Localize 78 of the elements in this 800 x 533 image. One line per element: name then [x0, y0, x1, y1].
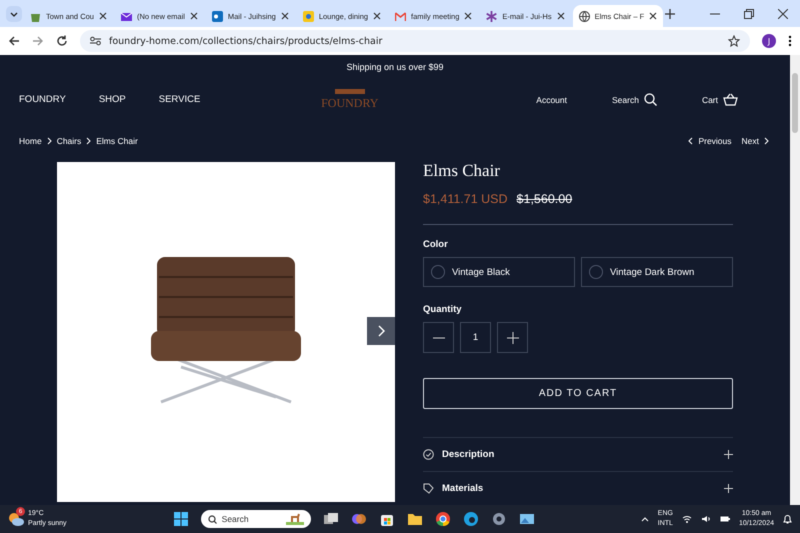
next-link[interactable]: Next: [742, 136, 769, 146]
bell-icon[interactable]: [783, 514, 792, 524]
forward-icon[interactable]: [32, 35, 44, 47]
wifi-icon[interactable]: [682, 515, 692, 523]
restore-icon[interactable]: [744, 8, 754, 18]
add-to-cart-button[interactable]: ADD TO CART: [423, 378, 733, 410]
chevron-up-icon[interactable]: [640, 516, 649, 522]
account-link[interactable]: Account: [536, 94, 567, 105]
sale-price: $1,411.71 USD: [423, 192, 508, 206]
product-title: Elms Chair: [423, 162, 501, 180]
breadcrumb-current: Elms Chair: [96, 136, 138, 146]
quantity-field[interactable]: 1: [460, 322, 491, 354]
minus-icon: [432, 336, 444, 339]
nav-link[interactable]: FOUNDRY: [19, 94, 66, 106]
search-link[interactable]: Search: [612, 93, 657, 106]
cart-link[interactable]: Cart: [702, 93, 738, 106]
accordion-row[interactable]: Description: [423, 437, 733, 472]
nav-link[interactable]: SHOP: [98, 94, 126, 106]
speaker-icon[interactable]: [700, 515, 711, 523]
plus-icon: [506, 332, 518, 344]
close-tab-icon[interactable]: [280, 12, 289, 20]
announcement-text: Shipping on us over $99: [345, 61, 445, 74]
close-tab-icon[interactable]: [98, 12, 107, 20]
menu-icon[interactable]: [788, 35, 792, 47]
basket-icon: [723, 93, 738, 106]
mail-app-icon: [212, 10, 223, 22]
quantity-label: Quantity: [423, 304, 463, 316]
search-icon: [644, 93, 657, 106]
profile-avatar[interactable]: J: [762, 34, 776, 48]
picture-app-icon[interactable]: [518, 511, 535, 527]
close-tab-icon[interactable]: [190, 12, 198, 20]
tab-list-icon[interactable]: [6, 6, 22, 22]
task-view-icon[interactable]: [322, 511, 339, 527]
close-icon[interactable]: [778, 8, 788, 18]
search-icon: [208, 514, 217, 524]
close-tab-icon[interactable]: [649, 12, 658, 20]
close-tab-icon[interactable]: [373, 12, 382, 20]
original-price: $1,560.00: [516, 192, 572, 206]
site-settings-icon[interactable]: [90, 36, 101, 46]
chevron-right-icon: [86, 137, 92, 146]
taskbar-search-field[interactable]: Search: [200, 510, 311, 528]
folder-icon[interactable]: [406, 511, 423, 527]
chevron-right-icon: [764, 137, 769, 146]
asterisk-icon: [486, 10, 498, 22]
plus-icon[interactable]: [724, 484, 733, 494]
logo-banner-icon: [334, 88, 365, 94]
chevron-left-icon: [688, 137, 694, 146]
bookmark-star-icon[interactable]: [728, 35, 740, 47]
url-text: foundry-home.com/collections/chairs/products/elms-chair: [109, 36, 382, 46]
breadcrumb-link[interactable]: Home: [19, 136, 42, 146]
globe-icon: [578, 10, 590, 22]
scrollbar[interactable]: [790, 55, 800, 505]
chrome-browser-icon[interactable]: [434, 511, 451, 527]
previous-link[interactable]: Previous: [688, 136, 732, 146]
weather-icon[interactable]: [8, 512, 24, 526]
close-tab-icon[interactable]: [556, 12, 565, 20]
nav-link[interactable]: SERVICE: [158, 94, 200, 106]
tag-icon: [423, 483, 434, 494]
gear-icon[interactable]: [490, 511, 507, 527]
color-option[interactable]: Vintage Black: [423, 257, 575, 288]
check-circle-icon: [423, 449, 434, 460]
chevron-right-icon: [378, 325, 384, 338]
windows-start-icon[interactable]: [172, 511, 189, 527]
battery-icon[interactable]: [720, 515, 730, 523]
plus-icon[interactable]: [724, 450, 733, 460]
square-app-icon: [302, 10, 314, 22]
reload-icon[interactable]: [56, 35, 68, 47]
next-image-button[interactable]: [367, 317, 395, 346]
chevron-right-icon: [46, 137, 52, 146]
back-icon[interactable]: [8, 35, 20, 47]
color-option[interactable]: Vintage Dark Brown: [581, 257, 733, 288]
increase-quantity-button[interactable]: [497, 322, 528, 354]
edge-browser-icon[interactable]: [462, 511, 479, 527]
address-bar[interactable]: foundry-home.com/collections/chairs/products/elms-chair: [80, 30, 750, 52]
color-label: Color: [423, 239, 449, 250]
close-tab-icon[interactable]: [464, 12, 472, 20]
breadcrumb-link[interactable]: Chairs: [56, 136, 82, 146]
new-tab-icon[interactable]: [665, 8, 676, 18]
